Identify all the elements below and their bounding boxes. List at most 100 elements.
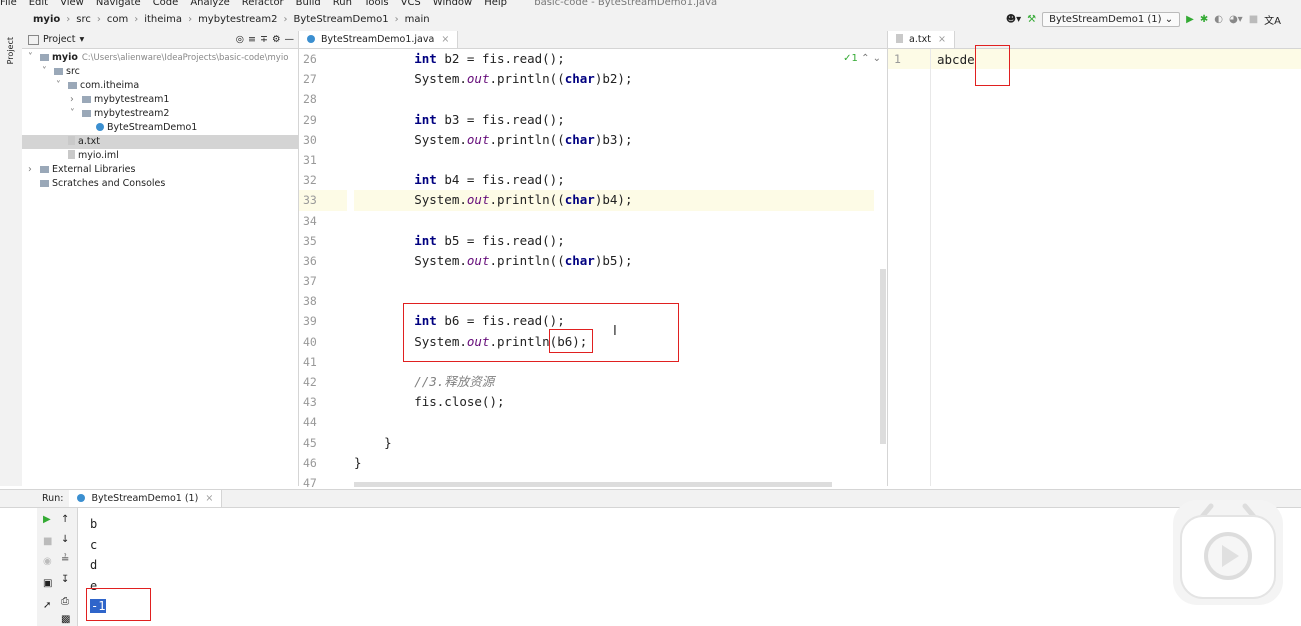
- pin-icon[interactable]: ➚: [43, 600, 51, 611]
- tree-item[interactable]: ˅ mybytestream2: [22, 107, 298, 121]
- code-line[interactable]: System.out.println((char)b3);: [354, 130, 874, 150]
- code-line[interactable]: int b3 = fis.read();: [354, 110, 874, 130]
- menu-item-help[interactable]: Help: [484, 0, 507, 8]
- tree-item[interactable]: › mybytestream1: [22, 93, 298, 107]
- chevron-right-icon[interactable]: ›: [28, 163, 40, 177]
- menu-item-navigate[interactable]: Navigate: [96, 0, 141, 8]
- breadcrumb-item[interactable]: src: [76, 14, 91, 25]
- code-area[interactable]: int b2 = fis.read(); System.out.println(…: [354, 49, 874, 493]
- console-line[interactable]: c: [90, 535, 106, 556]
- tree-item[interactable]: › External Libraries: [22, 163, 298, 177]
- code-line[interactable]: [354, 89, 874, 109]
- soft-wrap-icon[interactable]: ≟: [61, 554, 69, 565]
- breadcrumb-item[interactable]: myio: [33, 14, 60, 25]
- menu-item-view[interactable]: View: [60, 0, 84, 8]
- profile-icon[interactable]: ◕▾: [1229, 14, 1243, 25]
- menu-item-file[interactable]: File: [0, 0, 17, 8]
- breadcrumb-separator: ›: [394, 14, 399, 25]
- gear-icon[interactable]: ⚙: [272, 34, 281, 45]
- chevron-down-icon[interactable]: ˅: [42, 65, 54, 79]
- chevron-down-icon[interactable]: ˅: [28, 51, 40, 65]
- hide-icon[interactable]: —: [285, 34, 295, 45]
- code-line[interactable]: //3.释放资源: [354, 372, 874, 392]
- menu-item-code[interactable]: Code: [153, 0, 179, 8]
- menu-item-tools[interactable]: Tools: [364, 0, 389, 8]
- tree-item[interactable]: ˅ src: [22, 65, 298, 79]
- camera-icon[interactable]: ◉: [43, 556, 52, 567]
- user-icon[interactable]: ☻▾: [1006, 14, 1021, 25]
- debug-icon[interactable]: ✱: [1200, 14, 1208, 25]
- tree-item[interactable]: ByteStreamDemo1: [22, 121, 298, 135]
- run-icon[interactable]: ▶: [1186, 14, 1194, 25]
- chevron-right-icon[interactable]: ›: [70, 93, 82, 107]
- trash-icon[interactable]: ▩: [61, 614, 70, 625]
- tab-run-config[interactable]: ByteStreamDemo1 (1) ×: [69, 490, 223, 507]
- chevron-down-icon[interactable]: ▾: [80, 34, 85, 45]
- breadcrumb-item[interactable]: com: [107, 14, 128, 25]
- menu-item-run[interactable]: Run: [333, 0, 352, 8]
- layout-icon[interactable]: ▣: [43, 578, 52, 589]
- vertical-scrollbar[interactable]: [880, 269, 886, 444]
- line-number: 28: [303, 92, 317, 107]
- project-tool-button[interactable]: Project: [6, 37, 15, 64]
- code-line[interactable]: }: [354, 453, 874, 473]
- code-line[interactable]: int b5 = fis.read();: [354, 231, 874, 251]
- code-line[interactable]: [354, 412, 874, 432]
- tree-item-label: a.txt: [78, 136, 100, 147]
- code-line[interactable]: }: [354, 433, 874, 453]
- horizontal-scrollbar[interactable]: [354, 482, 832, 487]
- code-line[interactable]: [354, 271, 874, 291]
- translate-icon[interactable]: 文A: [1264, 12, 1281, 27]
- breadcrumb-item[interactable]: mybytestream2: [198, 14, 277, 25]
- chevron-down-icon[interactable]: ˅: [70, 107, 82, 121]
- code-line[interactable]: System.out.println((char)b4);: [354, 190, 874, 211]
- tree-item[interactable]: myio.iml: [22, 149, 298, 163]
- down-arrow-icon[interactable]: ↓: [61, 534, 69, 545]
- breadcrumb-item[interactable]: itheima: [144, 14, 182, 25]
- tree-item[interactable]: ˅ com.itheima: [22, 79, 298, 93]
- console-line[interactable]: d: [90, 555, 106, 576]
- tab-bytestreamdemo1[interactable]: ByteStreamDemo1.java ×: [299, 31, 459, 48]
- menu-item-vcs[interactable]: VCS: [401, 0, 421, 8]
- code-line[interactable]: [354, 150, 874, 170]
- close-icon[interactable]: ×: [205, 493, 213, 504]
- chevron-down-icon[interactable]: ˅: [56, 79, 68, 93]
- stop-icon[interactable]: ■: [43, 536, 52, 547]
- build-hammer-icon[interactable]: ⚒: [1027, 14, 1036, 25]
- coverage-icon[interactable]: ◐: [1214, 14, 1223, 25]
- menu-item-refactor[interactable]: Refactor: [242, 0, 284, 8]
- txt-content[interactable]: abcde: [937, 52, 975, 67]
- library-icon: [40, 180, 49, 187]
- stop-icon[interactable]: ■: [1249, 14, 1258, 25]
- scroll-end-icon[interactable]: ↧: [61, 574, 69, 585]
- tab-a-txt[interactable]: a.txt ×: [888, 31, 955, 48]
- code-line[interactable]: System.out.println((char)b2);: [354, 69, 874, 89]
- rerun-icon[interactable]: ▶: [43, 514, 51, 525]
- expand-icon[interactable]: ∓: [260, 34, 268, 45]
- locate-icon[interactable]: ◎: [236, 34, 244, 45]
- code-line[interactable]: System.out.println((char)b5);: [354, 251, 874, 271]
- menu-item-build[interactable]: Build: [296, 0, 321, 8]
- tree-item[interactable]: Scratches and Consoles: [22, 177, 298, 191]
- menu-item-analyze[interactable]: Analyze: [190, 0, 229, 8]
- code-line[interactable]: int b4 = fis.read();: [354, 170, 874, 190]
- print-icon[interactable]: ⎙: [61, 596, 69, 607]
- code-line[interactable]: int b2 = fis.read();: [354, 49, 874, 69]
- menu-item-window[interactable]: Window: [433, 0, 472, 8]
- console-line[interactable]: b: [90, 514, 106, 535]
- tree-item[interactable]: a.txt: [22, 135, 298, 149]
- project-view-select[interactable]: Project: [43, 34, 76, 45]
- close-icon[interactable]: ×: [441, 34, 449, 45]
- tree-item[interactable]: ˅ myio C:\Users\alienware\IdeaProjects\bas…: [22, 51, 298, 65]
- close-icon[interactable]: ×: [938, 34, 946, 45]
- menu-item-edit[interactable]: Edit: [29, 0, 48, 8]
- code-line[interactable]: [354, 211, 874, 231]
- breadcrumb-item[interactable]: main: [405, 14, 430, 25]
- collapse-all-icon[interactable]: ≡: [248, 34, 256, 45]
- run-config-select[interactable]: ByteStreamDemo1 (1) ⌄: [1042, 12, 1181, 27]
- up-arrow-icon[interactable]: ↑: [61, 514, 69, 525]
- code-line[interactable]: fis.close();: [354, 392, 874, 412]
- editor-tab-bar: ByteStreamDemo1.java ×: [299, 31, 887, 49]
- breadcrumb-item[interactable]: ByteStreamDemo1: [293, 14, 388, 25]
- video-play-overlay[interactable]: [1173, 500, 1283, 605]
